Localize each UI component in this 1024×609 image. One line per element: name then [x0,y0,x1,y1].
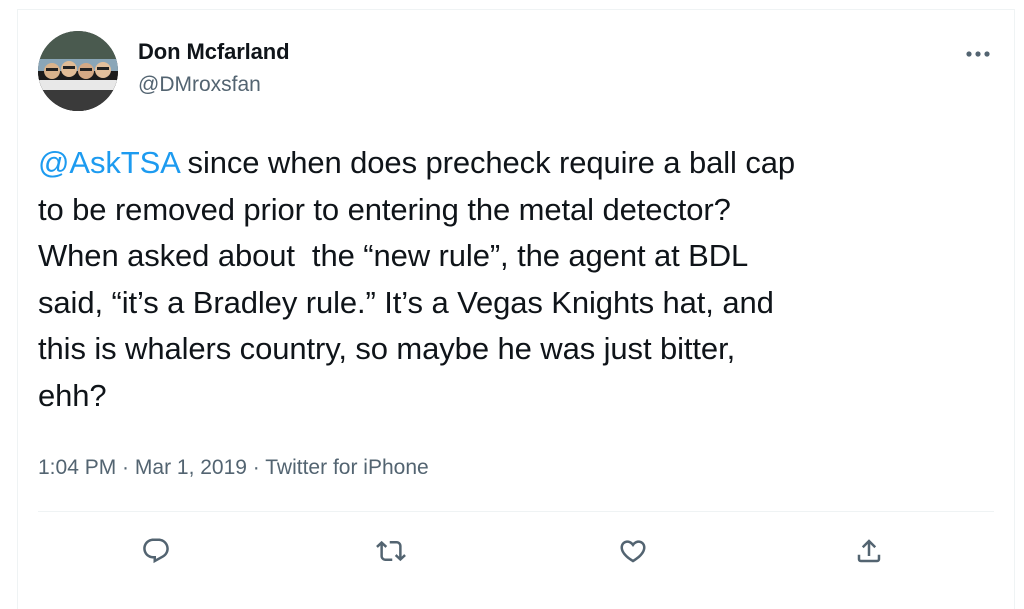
more-horizontal-icon [966,51,990,57]
heart-icon [620,540,646,563]
author-display-name[interactable]: Don Mcfarland [138,37,290,67]
reply-bubble-icon [143,538,169,564]
avatar-photo-icon [38,31,118,111]
tweet-date[interactable]: Mar 1, 2019 [135,456,247,479]
author-block: Don Mcfarland @DMroxsfan [138,37,290,100]
tweet-source[interactable]: Twitter for iPhone [265,456,428,479]
meta-separator: · [116,456,135,479]
like-button[interactable] [615,533,651,569]
tweet-text: @AskTSA since when does precheck require… [38,140,988,419]
author-handle[interactable]: @DMroxsfan [138,70,290,100]
reply-button[interactable] [138,533,174,569]
retweet-button[interactable] [373,533,409,569]
retweet-icon [376,540,406,562]
tweet-body: since when does precheck require a ball … [38,145,795,413]
tweet-time[interactable]: 1:04 PM [38,456,116,479]
avatar[interactable] [38,31,118,111]
share-button[interactable] [851,533,887,569]
share-upload-icon [857,539,881,563]
mention-link[interactable]: @AskTSA [38,145,179,180]
tweet-card: Don Mcfarland @DMroxsfan @AskTSA since w… [17,9,1015,609]
meta-separator: · [246,456,266,479]
more-options-button[interactable] [962,44,994,64]
tweet-meta: 1:04 PM · Mar 1, 2019 · Twitter for iPho… [38,453,429,483]
divider [38,511,994,512]
